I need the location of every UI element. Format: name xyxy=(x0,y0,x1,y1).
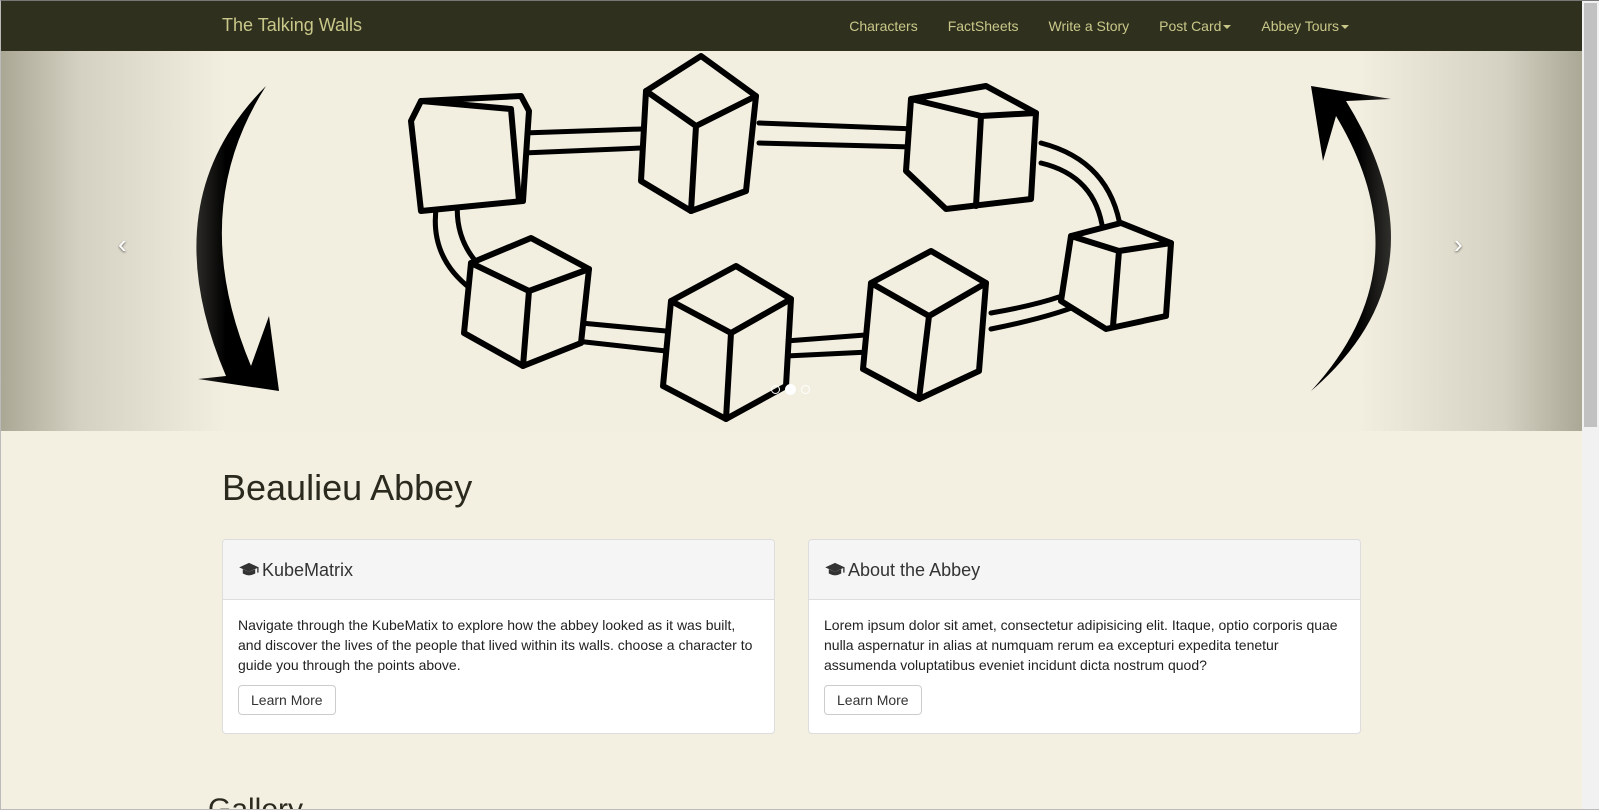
nav-item-write-a-story[interactable]: Write a Story xyxy=(1034,1,1145,51)
panel-body: Navigate through the KubeMatix to explor… xyxy=(223,600,774,730)
hero-carousel: ‹ › xyxy=(1,51,1583,431)
panel-about-the-abbey: About the Abbey Lorem ipsum dolor sit am… xyxy=(808,539,1361,734)
nav-dropdown-abbey-tours[interactable]: Abbey Tours xyxy=(1246,1,1364,51)
nav-menu: Characters FactSheets Write a Story Post… xyxy=(834,1,1364,51)
carousel-prev-button[interactable]: ‹ xyxy=(118,229,127,260)
graduation-cap-icon xyxy=(825,562,845,576)
nav-item-label: Abbey Tours xyxy=(1261,18,1339,34)
kubematrix-illustration xyxy=(196,53,1391,422)
panel-title: About the Abbey xyxy=(848,559,981,580)
panel-heading: About the Abbey xyxy=(809,540,1360,600)
panel-kubematrix: KubeMatrix Navigate through the KubeMati… xyxy=(222,539,775,734)
caret-down-icon xyxy=(1223,25,1232,30)
nav-item-label: Post Card xyxy=(1159,18,1222,34)
panel-body: Lorem ipsum dolor sit amet, consectetur … xyxy=(809,600,1360,730)
panel-heading: KubeMatrix xyxy=(223,540,774,600)
nav-item-label: Characters xyxy=(849,18,918,34)
carousel-fade-right xyxy=(1358,51,1583,431)
nav-item-label: Write a Story xyxy=(1048,18,1130,34)
scrollbar-thumb[interactable] xyxy=(1584,3,1597,427)
carousel-indicators xyxy=(771,384,810,395)
page: The Talking Walls Characters FactSheets … xyxy=(1,1,1583,810)
browser-viewport: The Talking Walls Characters FactSheets … xyxy=(0,0,1599,810)
navbar: The Talking Walls Characters FactSheets … xyxy=(1,1,1583,52)
vertical-scrollbar[interactable] xyxy=(1582,1,1599,809)
carousel-next-button[interactable]: › xyxy=(1454,229,1463,260)
carousel-indicator-3[interactable] xyxy=(801,385,810,394)
carousel-indicator-1[interactable] xyxy=(771,385,780,394)
caret-down-icon xyxy=(1341,25,1349,30)
carousel-indicator-2[interactable] xyxy=(785,384,796,395)
panel-title: KubeMatrix xyxy=(262,559,354,580)
nav-item-factsheets[interactable]: FactSheets xyxy=(933,1,1034,51)
carousel-fade-left xyxy=(1,51,226,431)
learn-more-button[interactable]: Learn More xyxy=(238,685,336,715)
gallery-heading: Gallery xyxy=(208,793,304,810)
brand-link[interactable]: The Talking Walls xyxy=(222,15,362,36)
learn-more-button[interactable]: Learn More xyxy=(824,685,922,715)
nav-dropdown-post-card[interactable]: Post Card xyxy=(1144,1,1246,51)
panel-text: Lorem ipsum dolor sit amet, consectetur … xyxy=(824,617,1338,673)
nav-item-characters[interactable]: Characters xyxy=(834,1,932,51)
graduation-cap-icon xyxy=(239,562,259,576)
page-title: Beaulieu Abbey xyxy=(222,467,473,508)
panel-text: Navigate through the KubeMatix to explor… xyxy=(238,617,753,673)
nav-item-label: FactSheets xyxy=(947,18,1019,34)
